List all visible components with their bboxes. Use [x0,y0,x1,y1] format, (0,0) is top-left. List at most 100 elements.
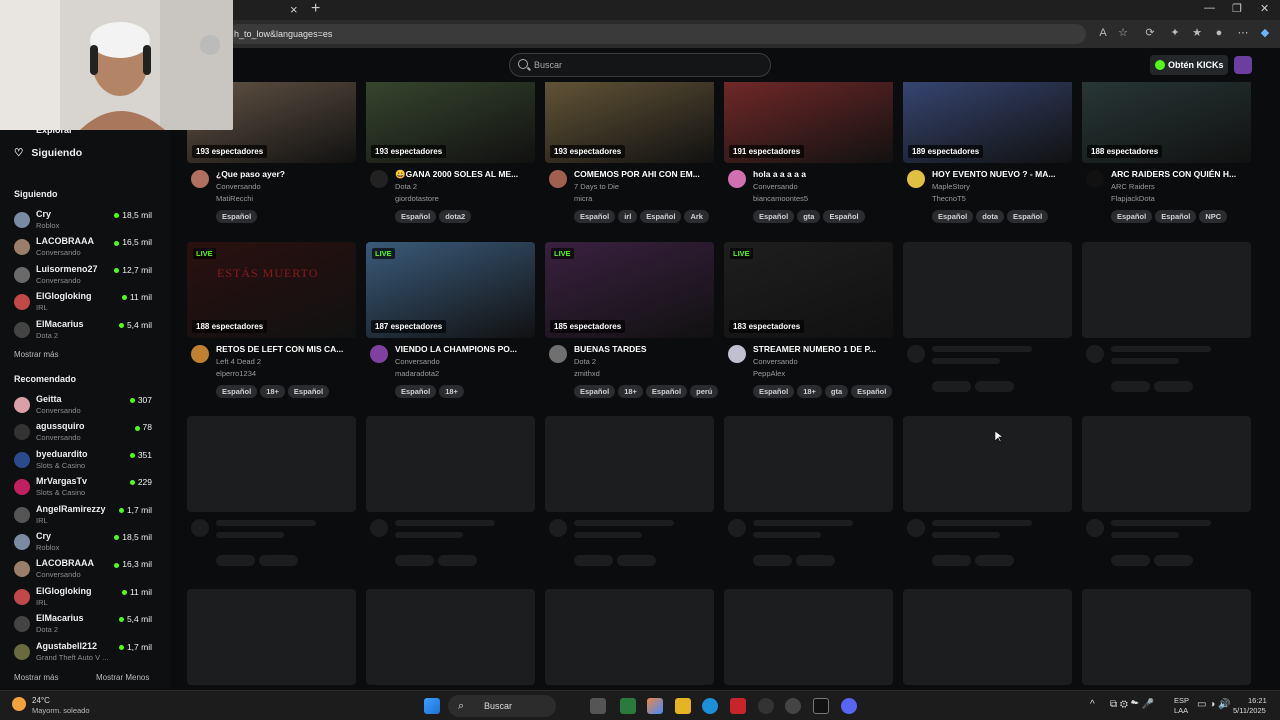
extensions-icon[interactable]: ✦ [1168,26,1182,40]
show-more-recommended-link[interactable]: Mostrar más [14,673,58,682]
tag-chip[interactable]: Español [645,385,688,398]
stream-card[interactable]: 193 espectadores 😀GANA 2000 SOLES AL ME..… [366,82,535,223]
tray-chevron-icon[interactable]: ^ [1090,699,1095,710]
tag-chip[interactable]: dota [976,210,1005,223]
stream-thumbnail[interactable]: 193 espectadores [366,82,535,163]
obs-icon[interactable] [785,698,801,714]
stream-category[interactable]: Conversando [395,357,440,366]
stream-card[interactable]: LIVE ESTÁS MUERTO 188 espectadores RETOS DE… [187,242,356,398]
stream-title[interactable]: ARC RAIDERS CON QUIÉN H... [1111,169,1249,179]
streamer-avatar[interactable] [191,345,209,363]
close-window-icon[interactable]: ✕ [1260,2,1269,15]
tag-chip[interactable]: gta [824,385,849,398]
streamer-avatar[interactable] [907,170,925,188]
tag-chip[interactable]: Español [395,210,437,223]
get-kicks-button[interactable]: Obtén KICKs [1150,55,1228,75]
show-less-link[interactable]: Mostrar Menos [96,673,149,682]
stream-title[interactable]: ¿Que paso ayer? [216,169,354,179]
language-label[interactable]: ESP [1174,696,1189,705]
profile-icon[interactable]: ● [1212,26,1226,40]
tag-chip[interactable]: Español [753,210,795,223]
menu-dots-icon[interactable]: ⋯ [1236,26,1250,40]
new-tab-icon[interactable]: + [311,0,320,18]
tag-chip[interactable]: Español [823,210,865,223]
copilot-icon[interactable]: ◆ [1258,26,1272,40]
stream-category[interactable]: Conversando [216,182,261,191]
taskbar-search[interactable]: ⌕ Buscar [448,695,556,717]
network-volume-icons[interactable]: ▭ ◑ 🔊 [1197,699,1231,710]
stream-category[interactable]: MapleStory [932,182,970,191]
tag-chip[interactable]: Español [216,385,258,398]
stream-category[interactable]: Left 4 Dead 2 [216,357,261,366]
stream-thumbnail[interactable]: LIVE ESTÁS MUERTO 188 espectadores [187,242,356,338]
stream-card[interactable]: LIVE 183 espectadores STREAMER NUMERO 1 DE… [724,242,893,398]
sidebar-channel[interactable]: AngelRamirezzy IRL 1,7 mil [0,501,170,529]
clock-time[interactable]: 16:21 [1248,696,1267,705]
stream-card[interactable]: 193 espectadores COMEMOS POR AHI CON EM..… [545,82,714,223]
streamer-avatar[interactable] [728,345,746,363]
stream-category[interactable]: Conversando [753,357,798,366]
tag-chip[interactable]: 18+ [439,385,464,398]
streamer-name[interactable]: MatiRecchi [216,194,253,203]
sidebar-channel[interactable]: Cry Roblox 18,5 mil [0,206,170,234]
tag-chip[interactable]: dota2 [439,210,472,223]
streamer-avatar[interactable] [1086,170,1104,188]
sidebar-channel[interactable]: Cry Roblox 18,5 mil [0,528,170,556]
stream-thumbnail[interactable]: LIVE 183 espectadores [724,242,893,338]
stream-title[interactable]: STREAMER NUMERO 1 DE P... [753,344,891,354]
search-input[interactable]: Buscar [509,53,771,77]
maximize-icon[interactable]: ❐ [1232,2,1242,15]
streamer-name[interactable]: micra [574,194,592,203]
chrome-icon[interactable] [758,698,774,714]
stream-thumbnail[interactable]: 188 espectadores [1082,82,1251,163]
capcut-icon[interactable] [813,698,829,714]
streamer-name[interactable]: PeppAlex [753,369,785,378]
discord-icon[interactable] [841,698,857,714]
minimize-icon[interactable]: — [1204,2,1215,14]
tag-chip[interactable]: NPC [1199,210,1228,223]
sidebar-channel[interactable]: ElGlogloking IRL 11 mil [0,288,170,316]
stream-title[interactable]: RETOS DE LEFT CON MIS CA... [216,344,354,354]
stream-card[interactable]: 188 espectadores ARC RAIDERS CON QUIÉN H.… [1082,82,1251,223]
streamer-avatar[interactable] [370,345,388,363]
url-field[interactable]: h_to_low&languages=es [228,24,1086,44]
tag-chip[interactable]: Español [753,385,795,398]
tag-chip[interactable]: Español [851,385,893,398]
stream-category[interactable]: Conversando [753,182,798,191]
streamer-name[interactable]: biancamoontes5 [753,194,808,203]
tag-chip[interactable]: Español [216,210,258,223]
favorites-icon[interactable]: ★ [1190,26,1204,40]
tag-chip[interactable]: Español [574,385,616,398]
stream-title[interactable]: HOY EVENTO NUEVO ? - MA... [932,169,1070,179]
streamer-name[interactable]: madaradota2 [395,369,439,378]
sidebar-channel[interactable]: Geitta Conversando 307 [0,391,170,419]
sidebar-channel[interactable]: agussquiro Conversando 78 [0,418,170,446]
streamer-name[interactable]: FlapjackDota [1111,194,1155,203]
stream-category[interactable]: ARC Raiders [1111,182,1155,191]
stream-title[interactable]: VIENDO LA CHAMPIONS PO... [395,344,533,354]
user-avatar[interactable] [1234,56,1252,74]
sidebar-channel[interactable]: byeduardito Slots & Casino 351 [0,446,170,474]
language-label-2[interactable]: LAA [1174,706,1188,715]
sidebar-item-siguiendo[interactable]: ♡ Siguiendo [14,147,82,159]
streamer-avatar[interactable] [728,170,746,188]
streamer-name[interactable]: zmithxd [574,369,600,378]
stream-category[interactable]: 7 Days to Die [574,182,619,191]
sidebar-channel[interactable]: ElMacarius Dota 2 5,4 mil [0,316,170,344]
tag-chip[interactable]: gta [797,210,821,223]
streamer-name[interactable]: ThecnoT5 [932,194,966,203]
tag-chip[interactable]: Ark [684,210,709,223]
streamer-name[interactable]: giordotastore [395,194,439,203]
stream-card[interactable]: LIVE 187 espectadores VIENDO LA CHAMPIONS … [366,242,535,398]
copilot-app-icon[interactable] [647,698,663,714]
stream-title[interactable]: COMEMOS POR AHI CON EM... [574,169,712,179]
stream-category[interactable]: Dota 2 [574,357,596,366]
streamer-avatar[interactable] [549,345,567,363]
clock-date[interactable]: 5/11/2025 [1233,706,1266,715]
stream-thumbnail[interactable]: LIVE 185 espectadores [545,242,714,338]
sidebar-channel[interactable]: ElMacarius Dota 2 5,4 mil [0,610,170,638]
tag-chip[interactable]: irl [618,210,638,223]
favorite-star-icon[interactable]: ☆ [1116,26,1130,40]
tag-chip[interactable]: Español [932,210,974,223]
stream-title[interactable]: 😀GANA 2000 SOLES AL ME... [395,169,533,180]
